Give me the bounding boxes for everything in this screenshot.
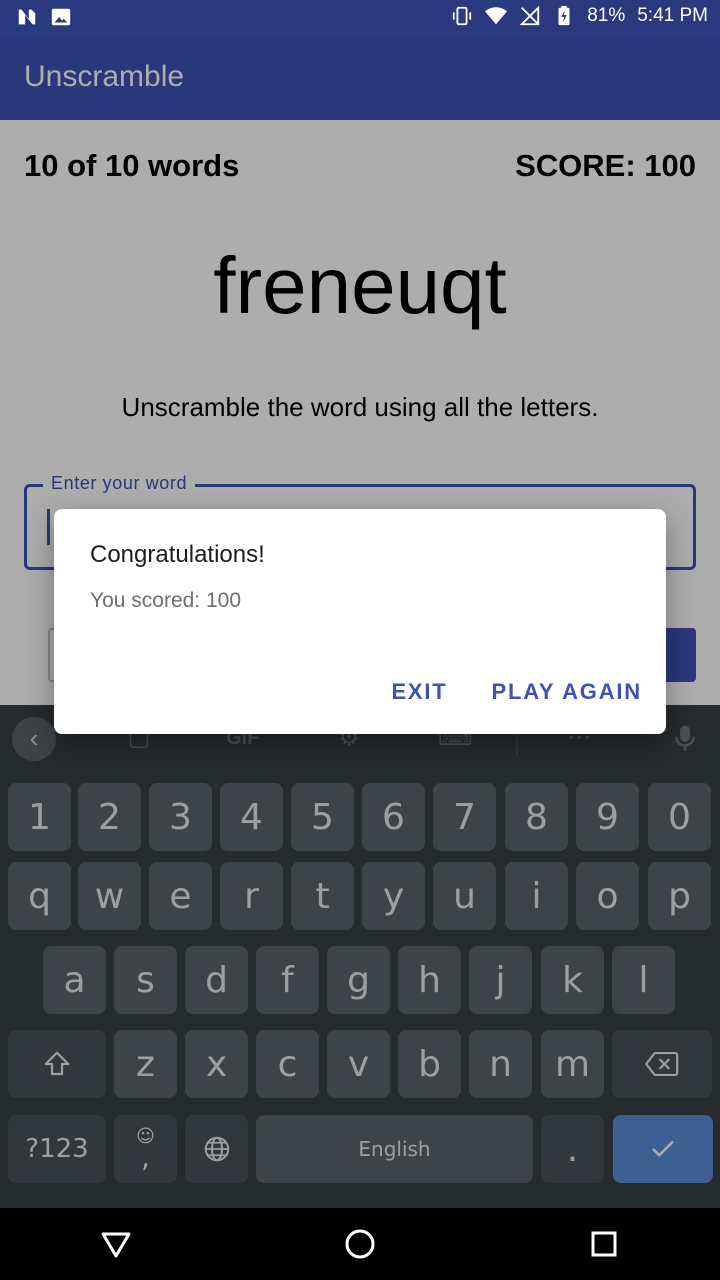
play-again-button[interactable]: PLAY AGAIN	[492, 679, 642, 705]
clock: 5:41 PM	[637, 5, 708, 26]
n-icon	[18, 9, 36, 25]
dialog-message: You scored: 100	[90, 589, 242, 612]
no-sim-icon	[519, 5, 540, 26]
status-bar: 81% 5:41 PM	[0, 0, 720, 36]
vibrate-icon	[453, 6, 472, 26]
back-triangle-icon[interactable]	[98, 1226, 134, 1262]
navigation-bar	[0, 1208, 720, 1280]
battery-percent: 81%	[587, 5, 626, 26]
wifi-icon	[485, 7, 508, 25]
image-icon	[51, 8, 71, 26]
dialog-actions: EXIT PLAY AGAIN	[391, 679, 642, 705]
dialog-title: Congratulations!	[90, 541, 265, 568]
battery-charging-icon	[558, 5, 570, 26]
exit-button[interactable]: EXIT	[391, 679, 447, 705]
recents-square-icon[interactable]	[586, 1226, 622, 1262]
home-circle-icon[interactable]	[342, 1226, 378, 1262]
score-dialog: Congratulations! You scored: 100 EXIT PL…	[54, 509, 666, 734]
